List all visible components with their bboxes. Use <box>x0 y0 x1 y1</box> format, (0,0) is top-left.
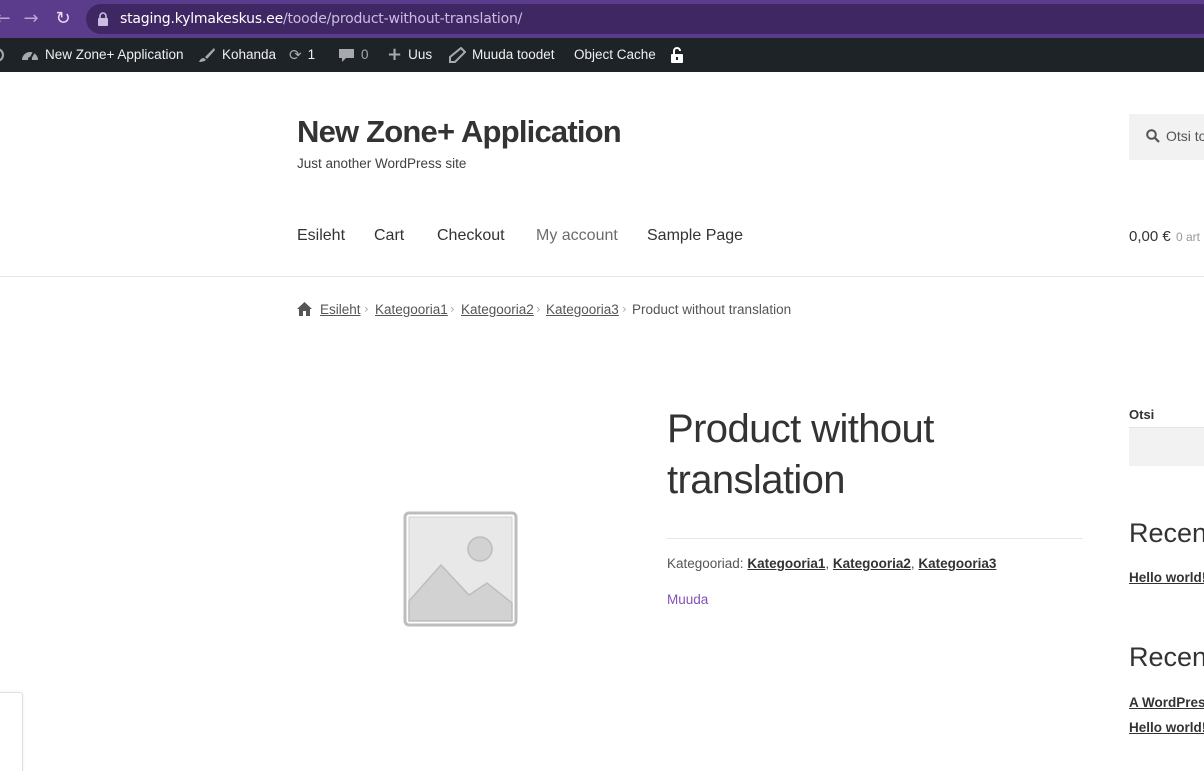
home-icon <box>297 302 312 316</box>
wordpress-icon <box>0 48 4 62</box>
browser-toolbar: ← → ↻ staging.kylmakeskus.ee/toode/produ… <box>0 0 1204 38</box>
breadcrumb-separator-icon: › <box>622 302 627 316</box>
back-arrow-icon[interactable]: ← <box>0 8 14 30</box>
comment-bubble-icon <box>339 49 354 62</box>
breadcrumb-separator-icon: › <box>536 302 541 316</box>
comment-author-link[interactable]: A WordPress <box>1129 695 1204 710</box>
product-title-line: translation <box>667 458 846 502</box>
breadcrumb-separator-icon: › <box>364 302 369 316</box>
pencil-icon <box>449 47 466 63</box>
plus-icon: + <box>387 44 403 65</box>
product-title-line: Product without <box>667 407 934 451</box>
object-cache-label: Object Cache <box>574 47 656 62</box>
admin-bar-site-name[interactable]: New Zone+ Application <box>21 38 183 72</box>
recent-post-link[interactable]: Hello world! <box>1129 570 1204 585</box>
product-image-placeholder-icon[interactable] <box>403 511 518 627</box>
admin-bar-customize[interactable]: Kohanda <box>198 38 276 72</box>
breadcrumb-current: Product without translation <box>632 302 792 317</box>
comments-count: 0 <box>361 47 369 62</box>
category-link[interactable]: Kategooria2 <box>833 556 911 571</box>
cart-total[interactable]: 0,00 € <box>1129 228 1171 245</box>
floating-panel[interactable] <box>0 692 23 771</box>
new-label: Uus <box>408 47 433 62</box>
edit-product-label: Muuda toodet <box>472 47 555 62</box>
updates-count: 1 <box>307 47 316 62</box>
category-link[interactable]: Kategooria1 <box>747 556 825 571</box>
admin-bar-comments[interactable]: 0 <box>338 38 369 72</box>
breadcrumb-separator-icon: › <box>450 302 455 316</box>
site-description: Just another WordPress site <box>297 156 467 171</box>
forward-arrow-icon[interactable]: → <box>20 8 42 30</box>
edit-link[interactable]: Muuda <box>667 592 708 607</box>
breadcrumb-item[interactable]: Kategooria2 <box>461 302 534 317</box>
lock-icon[interactable] <box>98 12 108 26</box>
category-link[interactable]: Kategooria3 <box>918 556 996 571</box>
wp-logo-icon[interactable] <box>0 38 6 72</box>
breadcrumb-item[interactable]: Kategooria3 <box>546 302 619 317</box>
site-title[interactable]: New Zone+ Application <box>297 114 622 150</box>
sidebar-search-input[interactable] <box>1129 427 1204 466</box>
reload-icon[interactable]: ↻ <box>52 8 74 30</box>
customize-label: Kohanda <box>222 47 277 62</box>
admin-bar-unlock[interactable] <box>670 38 684 72</box>
admin-bar-edit-product[interactable]: Muuda toodet <box>449 38 555 72</box>
sidebar-search-label: Otsi <box>1129 407 1155 422</box>
recent-posts-heading: Recent <box>1129 518 1204 548</box>
product-title: Product without translation <box>667 404 1087 506</box>
wp-admin-bar: New Zone+ Application Kohanda ⟳ 1 0 + Uu… <box>0 38 1204 72</box>
unlock-icon <box>671 46 683 63</box>
paintbrush-icon <box>199 48 215 62</box>
breadcrumb-item[interactable]: Kategooria1 <box>375 302 448 317</box>
url-host: staging.kylmakeskus.ee <box>120 11 283 27</box>
menu-item-esileht[interactable]: Esileht <box>297 227 345 245</box>
product-categories: Kategooriad: Kategooria1, Kategooria2, K… <box>667 556 997 571</box>
product-divider <box>667 538 1083 539</box>
url-text[interactable]: staging.kylmakeskus.ee/toode/product-wit… <box>120 10 522 28</box>
admin-bar-object-cache[interactable]: Object Cache <box>574 38 656 72</box>
categories-label: Kategooriad: <box>667 556 744 571</box>
updates-icon: ⟳ <box>289 46 302 64</box>
recent-comments-heading: Recent <box>1129 642 1204 672</box>
site-name-label: New Zone+ Application <box>45 47 184 62</box>
comment-post-link[interactable]: Hello world! <box>1129 720 1204 735</box>
admin-bar-new[interactable]: + Uus <box>387 38 432 72</box>
url-path: /toode/product-without-translation/ <box>283 11 523 27</box>
menu-item-my-account[interactable]: My account <box>536 227 618 245</box>
menu-item-cart[interactable]: Cart <box>374 227 404 245</box>
dashboard-gauge-icon <box>22 51 38 61</box>
breadcrumb-home[interactable]: Esileht <box>320 302 361 317</box>
admin-bar-updates[interactable]: ⟳ 1 <box>289 38 315 72</box>
header-divider <box>0 276 1204 277</box>
search-placeholder: Otsi to <box>1166 128 1204 144</box>
search-icon <box>1146 129 1160 143</box>
menu-item-checkout[interactable]: Checkout <box>437 227 505 245</box>
menu-item-sample-page[interactable]: Sample Page <box>647 227 743 245</box>
cart-count[interactable]: 0 art <box>1176 230 1200 244</box>
